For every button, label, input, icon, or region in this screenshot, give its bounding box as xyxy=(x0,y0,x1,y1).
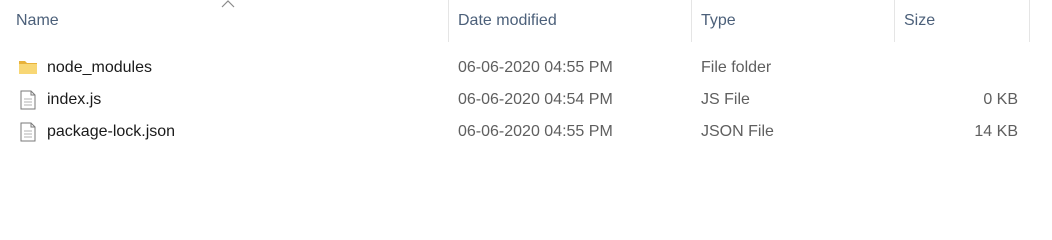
file-type: JSON File xyxy=(701,123,774,140)
document-icon xyxy=(18,116,38,148)
file-date-modified: 06-06-2020 04:54 PM xyxy=(458,91,613,108)
file-name: node_modules xyxy=(47,59,152,76)
file-list: node_modules 06-06-2020 04:55 PM File fo… xyxy=(0,52,1052,148)
file-type: JS File xyxy=(701,91,750,108)
column-header-size[interactable]: Size xyxy=(894,0,1030,42)
chevron-up-icon xyxy=(221,0,235,8)
file-type: File folder xyxy=(701,59,772,76)
column-header-bar: Name Date modified Type Size xyxy=(0,0,1052,42)
document-icon xyxy=(18,84,38,116)
file-date-modified: 06-06-2020 04:55 PM xyxy=(458,59,613,76)
column-divider[interactable] xyxy=(1029,0,1030,42)
file-size: 0 KB xyxy=(983,91,1018,108)
file-row-node-modules[interactable]: node_modules 06-06-2020 04:55 PM File fo… xyxy=(0,52,1030,84)
file-row-package-lock-json[interactable]: package-lock.json 06-06-2020 04:55 PM JS… xyxy=(0,116,1030,148)
column-header-date-modified[interactable]: Date modified xyxy=(448,0,691,42)
file-size xyxy=(904,52,1018,84)
column-header-type[interactable]: Type xyxy=(691,0,894,42)
folder-icon xyxy=(18,52,38,84)
file-name: index.js xyxy=(47,91,102,108)
file-row-index-js[interactable]: index.js 06-06-2020 04:54 PM JS File 0 K… xyxy=(0,84,1030,116)
file-name: package-lock.json xyxy=(47,123,176,140)
file-size: 14 KB xyxy=(974,123,1018,140)
file-date-modified: 06-06-2020 04:55 PM xyxy=(458,123,613,140)
